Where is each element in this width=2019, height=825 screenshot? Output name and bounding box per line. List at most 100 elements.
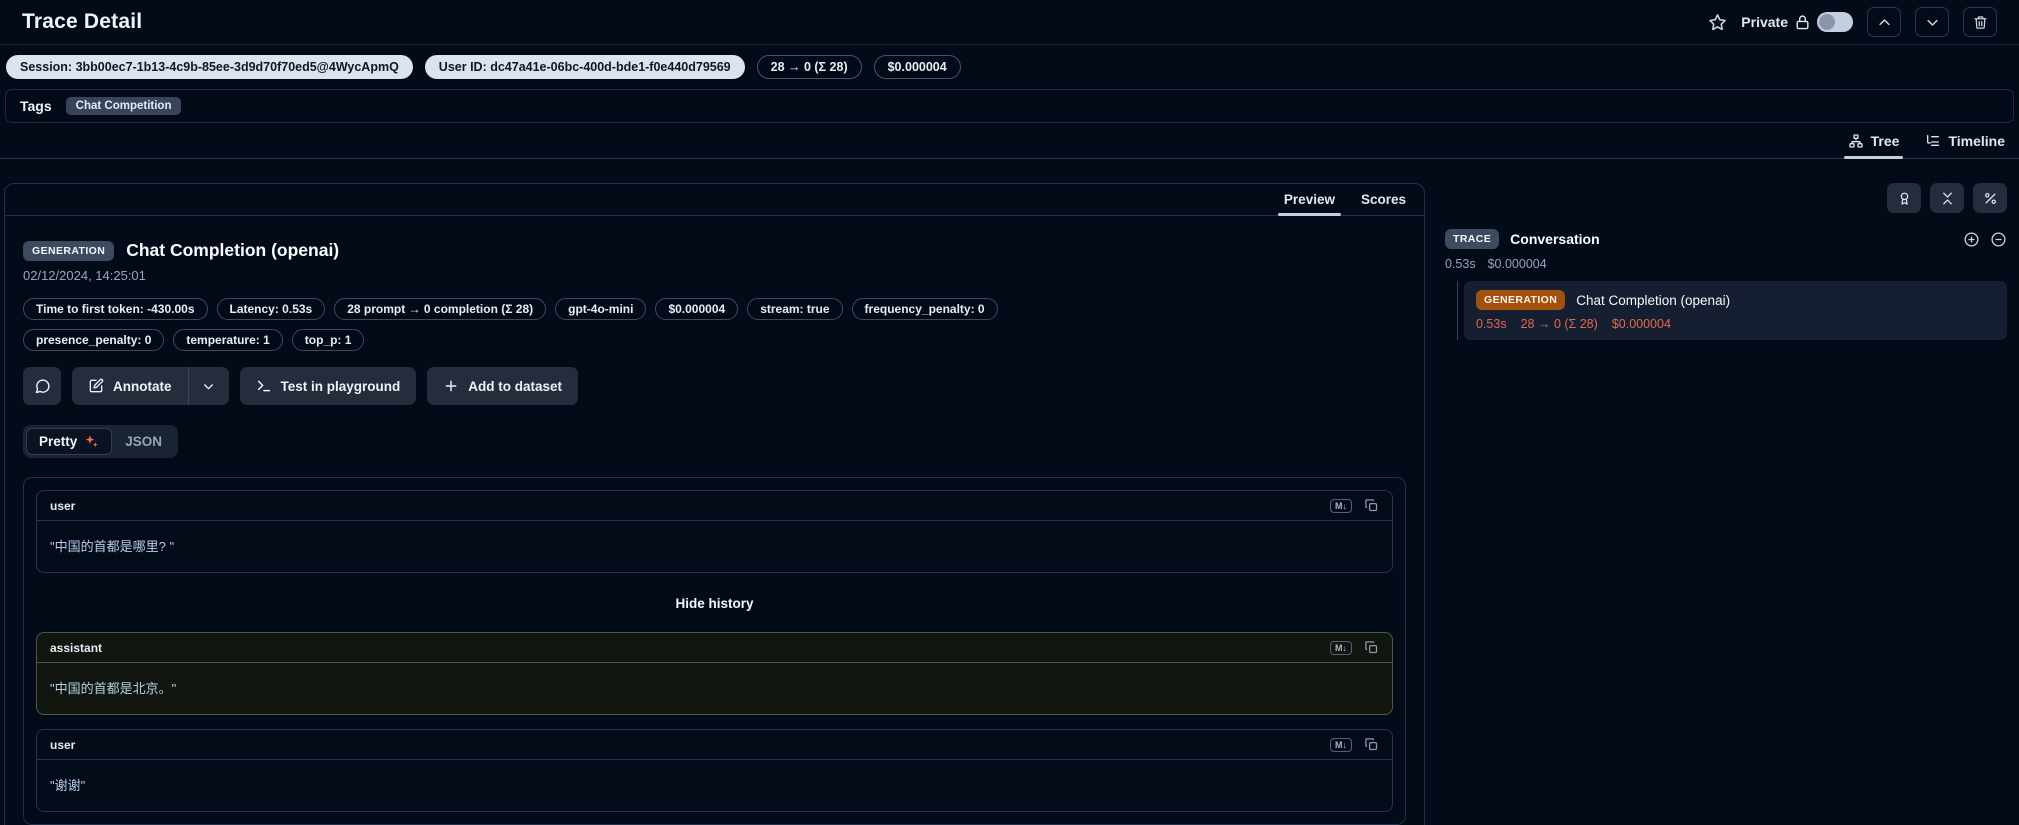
metric-badges-row: Time to first token: -430.00s Latency: 0… xyxy=(23,298,1083,351)
user-id-badge[interactable]: User ID: dc47a41e-06bc-400d-bde1-f0e440d… xyxy=(425,55,745,79)
tags-label: Tags xyxy=(20,98,52,114)
trace-title[interactable]: Conversation xyxy=(1510,231,1952,247)
trace-root-row[interactable]: TRACE Conversation xyxy=(1445,229,2007,249)
id-badges-row: Session: 3bb00ec7-1b13-4c9b-85ee-3d9d70f… xyxy=(0,45,2019,87)
generation-node-row[interactable]: GENERATION Chat Completion (openai) 0.53… xyxy=(1464,281,2007,340)
terminal-icon xyxy=(256,378,272,394)
markdown-toggle-icon[interactable]: M↓ xyxy=(1330,499,1352,513)
trace-latency: 0.53s xyxy=(1445,257,1476,271)
message-user-1: user M↓ "中国的首都是哪里? " xyxy=(36,490,1393,573)
sidebar-controls xyxy=(1445,183,2007,213)
generation-type-badge: GENERATION xyxy=(23,241,114,261)
test-in-playground-button[interactable]: Test in playground xyxy=(240,367,417,405)
top-header: Trace Detail Private xyxy=(0,0,2019,44)
actions-row: Annotate Test in playground Add to datas… xyxy=(23,367,1406,405)
observation-panel: Preview Scores GENERATION Chat Completio… xyxy=(4,183,1425,825)
metrics-percent-button[interactable] xyxy=(1973,183,2007,213)
session-badge[interactable]: Session: 3bb00ec7-1b13-4c9b-85ee-3d9d70f… xyxy=(6,55,413,79)
panel-tabs: Preview Scores xyxy=(5,184,1424,216)
copy-icon[interactable] xyxy=(1364,737,1379,752)
message-role: user xyxy=(50,499,75,513)
prev-trace-button[interactable] xyxy=(1867,7,1901,37)
node-latency: 0.53s xyxy=(1476,317,1507,331)
metric-badge-frequency-penalty: frequency_penalty: 0 xyxy=(852,298,998,320)
tab-timeline[interactable]: Timeline xyxy=(1925,133,2005,158)
node-tokens: 28 → 0 (Σ 28) xyxy=(1521,317,1598,331)
observation-title: Chat Completion (openai) xyxy=(126,240,339,261)
tab-timeline-label: Timeline xyxy=(1948,133,2005,149)
chevron-down-icon xyxy=(202,380,215,393)
comment-icon xyxy=(34,378,51,395)
markdown-toggle-icon[interactable]: M↓ xyxy=(1330,738,1352,752)
trace-type-badge: TRACE xyxy=(1445,229,1499,249)
sparkles-icon xyxy=(84,434,99,449)
collapse-tree-button[interactable] xyxy=(1930,183,1964,213)
cost-badge: $0.000004 xyxy=(874,55,961,79)
format-toggle: Pretty JSON xyxy=(23,425,178,458)
toggle-knob xyxy=(1819,14,1835,30)
annotate-button[interactable]: Annotate xyxy=(72,367,189,405)
chevron-down-icon xyxy=(1925,15,1940,30)
metric-badge-stream: stream: true xyxy=(747,298,842,320)
trash-icon xyxy=(1973,15,1988,30)
trace-cost: $0.000004 xyxy=(1488,257,1547,271)
markdown-toggle-icon[interactable]: M↓ xyxy=(1330,641,1352,655)
message-user-2: user M↓ "谢谢" xyxy=(36,729,1393,812)
tab-scores[interactable]: Scores xyxy=(1361,192,1406,215)
message-role: assistant xyxy=(50,641,102,655)
tab-tree[interactable]: Tree xyxy=(1848,133,1900,158)
expand-all-icon[interactable] xyxy=(1963,231,1980,248)
message-role: user xyxy=(50,738,75,752)
messages-container: user M↓ "中国的首都是哪里? " Hide history assist… xyxy=(23,477,1406,825)
token-usage-badge: 28 → 0 (Σ 28) xyxy=(757,55,862,79)
page-title: Trace Detail xyxy=(22,10,142,34)
message-content: "中国的首都是哪里? " xyxy=(37,521,1392,572)
annotate-dropdown-button[interactable] xyxy=(189,367,229,405)
message-assistant: assistant M↓ "中国的首都是北京。" xyxy=(36,632,1393,715)
tags-container[interactable]: Tags Chat Competition xyxy=(5,89,2014,123)
chevron-up-icon xyxy=(1877,15,1892,30)
copy-icon[interactable] xyxy=(1364,640,1379,655)
format-option-json[interactable]: JSON xyxy=(112,428,175,455)
trace-metrics: 0.53s $0.000004 xyxy=(1445,257,2007,271)
collapse-all-icon[interactable] xyxy=(1990,231,2007,248)
delete-trace-button[interactable] xyxy=(1963,7,1997,37)
tab-tree-label: Tree xyxy=(1871,133,1900,149)
metric-badge-model[interactable]: gpt-4o-mini xyxy=(555,298,646,320)
hide-history-button[interactable]: Hide history xyxy=(36,587,1393,618)
panel-body: GENERATION Chat Completion (openai) 02/1… xyxy=(5,216,1424,825)
plus-icon xyxy=(443,378,459,394)
bookmark-star-icon[interactable] xyxy=(1708,13,1727,32)
award-icon xyxy=(1897,191,1912,206)
metric-badge-top-p: top_p: 1 xyxy=(292,329,365,351)
view-tabs: Tree Timeline xyxy=(0,123,2019,159)
next-trace-button[interactable] xyxy=(1915,7,1949,37)
scores-award-button[interactable] xyxy=(1887,183,1921,213)
comments-button[interactable] xyxy=(23,367,61,405)
trace-tree-sidebar: TRACE Conversation 0.53s $0.000004 GENER… xyxy=(1445,183,2015,340)
privacy-label: Private xyxy=(1741,14,1788,30)
lock-icon xyxy=(1794,14,1811,31)
tab-preview[interactable]: Preview xyxy=(1284,192,1335,215)
node-cost: $0.000004 xyxy=(1612,317,1671,331)
collapse-vertical-icon xyxy=(1940,191,1955,206)
timeline-icon xyxy=(1925,133,1941,149)
observation-timestamp: 02/12/2024, 14:25:01 xyxy=(23,268,1406,283)
copy-icon[interactable] xyxy=(1364,498,1379,513)
tag-chip[interactable]: Chat Competition xyxy=(66,97,182,115)
message-content: "谢谢" xyxy=(37,760,1392,811)
add-to-dataset-button[interactable]: Add to dataset xyxy=(427,367,578,405)
metric-badge-cost: $0.000004 xyxy=(655,298,738,320)
metric-badge-temperature: temperature: 1 xyxy=(173,329,282,351)
workspace: Preview Scores GENERATION Chat Completio… xyxy=(0,159,2019,825)
format-option-pretty[interactable]: Pretty xyxy=(26,428,112,455)
privacy-control: Private xyxy=(1741,12,1853,32)
message-content: "中国的首都是北京。" xyxy=(37,663,1392,714)
privacy-toggle[interactable] xyxy=(1817,12,1853,32)
metric-badge-presence-penalty: presence_penalty: 0 xyxy=(23,329,164,351)
metric-badge-latency: Latency: 0.53s xyxy=(217,298,326,320)
generation-node-metrics: 0.53s 28 → 0 (Σ 28) $0.000004 xyxy=(1476,317,1995,331)
metric-badge-tokens: 28 prompt → 0 completion (Σ 28) xyxy=(334,298,546,320)
generation-node-badge: GENERATION xyxy=(1476,290,1565,310)
tree-branch: GENERATION Chat Completion (openai) 0.53… xyxy=(1457,281,2007,340)
